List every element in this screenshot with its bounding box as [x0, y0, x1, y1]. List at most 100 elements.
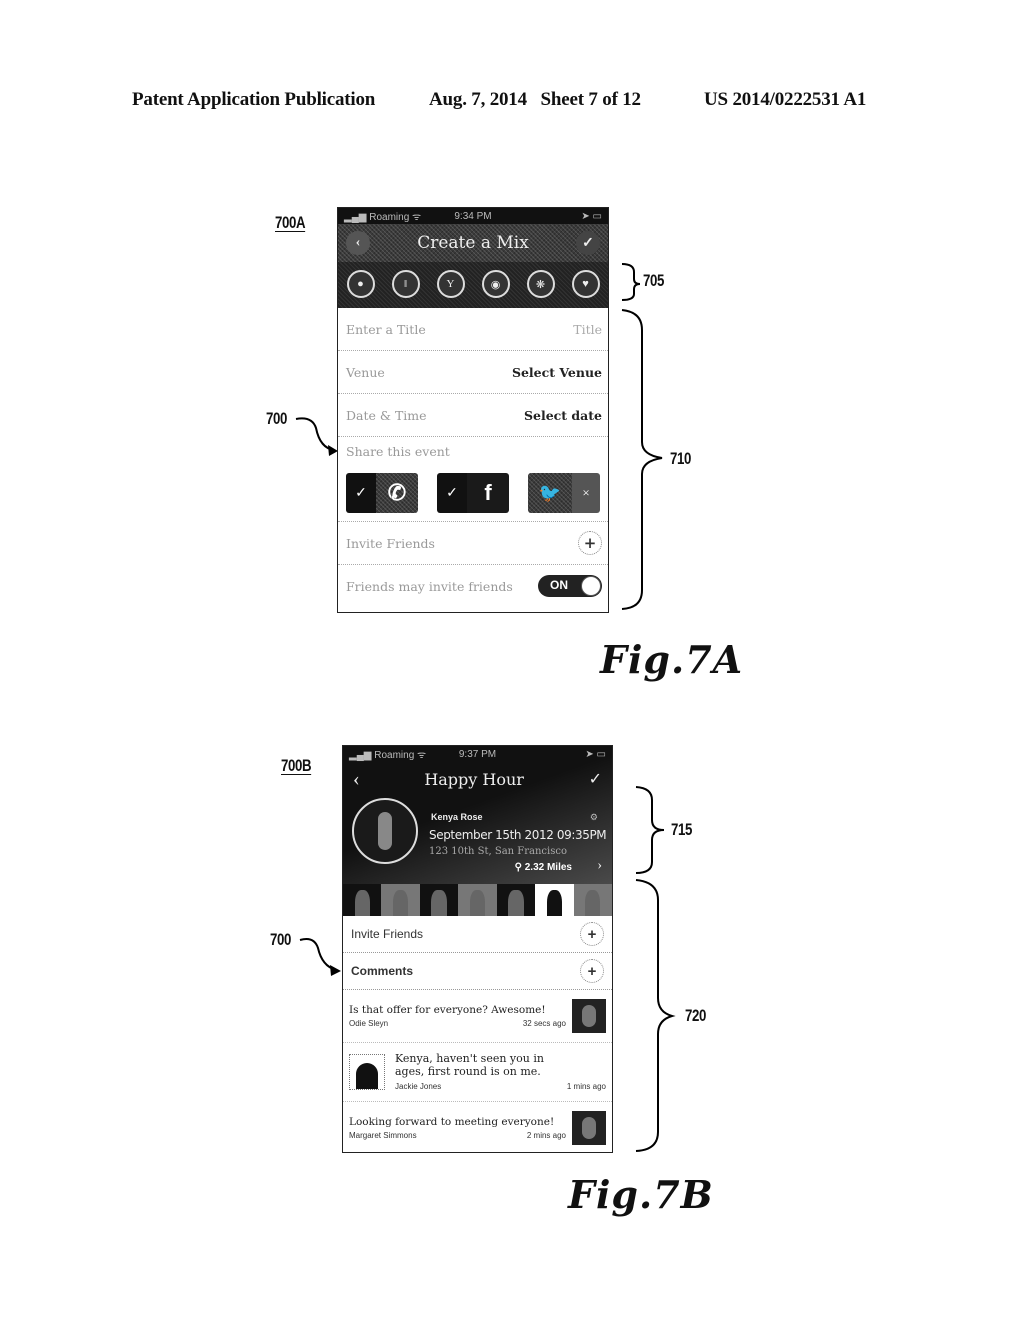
- comment-avatar[interactable]: [572, 999, 606, 1033]
- settings-icon[interactable]: ⚙: [590, 812, 598, 823]
- screen-title: Happy Hour: [424, 769, 524, 789]
- person-silhouette-icon: [378, 812, 392, 850]
- date-sheet: Aug. 7, 2014 Sheet 7 of 12: [429, 89, 641, 110]
- host-name: Kenya Rose: [431, 812, 483, 822]
- category-ball-icon[interactable]: ◉: [481, 270, 510, 298]
- comment-time: 32 secs ago: [522, 1019, 566, 1029]
- friends-invite-row: Friends may invite friends ON: [338, 565, 608, 607]
- arrowhead-700-b: [330, 965, 341, 976]
- invite-friends-row[interactable]: Invite Friends +: [343, 916, 612, 953]
- category-pattern-icon[interactable]: ❋: [526, 270, 555, 298]
- event-address: 123 10th St, San Francisco: [429, 846, 567, 857]
- figure-caption-7b: Fig.7B: [568, 1172, 714, 1217]
- comment-author: Odie Sleyn: [349, 1019, 389, 1029]
- chevron-left-icon: ‹: [355, 235, 361, 250]
- checkmark-icon: ✓: [437, 473, 467, 513]
- category-bar: ● ‖ Y ◉ ❋ ♥: [338, 262, 608, 308]
- share-twitter-toggle[interactable]: 🐦 ×: [528, 473, 600, 513]
- ref-700b: 700B: [281, 756, 312, 775]
- select-venue-button[interactable]: Select Venue: [512, 365, 602, 380]
- comment-avatar[interactable]: [349, 1054, 385, 1090]
- venue-row[interactable]: Venue Select Venue: [338, 351, 608, 394]
- plus-icon[interactable]: +: [578, 531, 602, 555]
- comments-label: Comments: [351, 964, 414, 978]
- toggle-knob: [581, 576, 601, 596]
- attendee-photo[interactable]: [381, 884, 420, 916]
- share-event-label: Share this event: [346, 443, 450, 459]
- happy-hour-screen: ▂▄▆ Roaming ᯤ 9:37 PM ➤ ▭ ‹ Happy Hour ✓…: [342, 745, 613, 1153]
- title-input[interactable]: Title: [573, 322, 602, 337]
- select-date-button[interactable]: Select date: [524, 408, 602, 423]
- attendee-photo[interactable]: [496, 884, 536, 916]
- category-heart-icon[interactable]: ♥: [571, 270, 600, 298]
- status-bar: ▂▄▆ Roaming ᯤ 9:34 PM ➤ ▭: [338, 208, 608, 224]
- plus-icon[interactable]: +: [580, 922, 604, 946]
- ref-720: 720: [685, 1006, 706, 1025]
- status-time: 9:37 PM: [458, 748, 497, 760]
- confirm-button[interactable]: ✓: [575, 231, 600, 255]
- event-distance: ⚲ 2.32 Miles: [514, 862, 572, 873]
- chevron-right-icon[interactable]: ›: [597, 858, 602, 874]
- comment-item: Kenya, haven't seen you in ages, first r…: [343, 1043, 612, 1102]
- invite-friends-label: Invite Friends: [351, 927, 424, 941]
- title-field-label: Enter a Title: [346, 321, 426, 337]
- venue-label: Venue: [346, 364, 385, 380]
- share-buttons: ✓ ✆ ✓ f 🐦 ×: [338, 465, 608, 522]
- plus-icon[interactable]: +: [580, 959, 604, 983]
- facebook-icon: f: [467, 473, 509, 513]
- category-cocktail-icon[interactable]: Y: [436, 270, 465, 298]
- comment-avatar[interactable]: [572, 1111, 606, 1145]
- share-custom-icon: ✆: [376, 473, 418, 513]
- attendee-photo[interactable]: [419, 884, 459, 916]
- attendee-photo[interactable]: [458, 884, 497, 916]
- close-icon: ×: [572, 473, 600, 513]
- category-round-icon[interactable]: ●: [346, 270, 375, 298]
- ref-700-a: 700: [266, 409, 287, 428]
- attendee-photo[interactable]: [573, 884, 612, 916]
- location-pin-icon: ⚲: [514, 862, 522, 873]
- back-button[interactable]: ‹: [346, 231, 370, 255]
- battery-icon: ➤ ▭: [585, 748, 606, 760]
- patent-number: US 2014/0222531 A1: [704, 89, 867, 110]
- brace-715: [635, 786, 665, 874]
- comments-row[interactable]: Comments +: [343, 953, 612, 990]
- status-time: 9:34 PM: [454, 210, 492, 222]
- comment-author: Margaret Simmons: [349, 1131, 417, 1141]
- invite-friends-row[interactable]: Invite Friends +: [338, 522, 608, 565]
- nav-bar: ‹ Create a Mix ✓: [338, 224, 608, 262]
- toggle-on-label: ON: [550, 578, 568, 592]
- host-avatar[interactable]: [352, 798, 418, 864]
- brace-705: [621, 263, 641, 301]
- comment-author: Jackie Jones: [395, 1081, 442, 1091]
- ref-700a: 700A: [275, 213, 306, 232]
- checkmark-icon: ✓: [582, 235, 594, 251]
- comment-time: 2 mins ago: [526, 1131, 566, 1141]
- attendee-photo[interactable]: [343, 884, 382, 916]
- ref-700-b: 700: [270, 930, 291, 949]
- ref-710: 710: [670, 449, 691, 468]
- back-button[interactable]: ‹: [353, 768, 360, 791]
- comment-text: Looking forward to meeting everyone!: [349, 1115, 555, 1128]
- comment-text: Is that offer for everyone? Awesome!: [349, 1003, 546, 1016]
- comment-text: Kenya, haven't seen you in ages, first r…: [395, 1052, 544, 1078]
- arrow-700-b: [299, 938, 337, 971]
- battery-icon: ➤ ▭: [581, 210, 602, 222]
- arrow-700-a: [295, 417, 335, 451]
- share-custom-toggle[interactable]: ✓ ✆: [346, 473, 418, 513]
- carrier-label: ▂▄▆ Roaming ᯤ: [344, 212, 422, 223]
- ref-705: 705: [643, 271, 664, 290]
- comment-item: Is that offer for everyone? Awesome! Odi…: [343, 990, 612, 1043]
- confirm-button[interactable]: ✓: [589, 769, 602, 789]
- brace-710: [621, 309, 663, 610]
- create-mix-screen: ▂▄▆ Roaming ᯤ 9:34 PM ➤ ▭ ‹ Create a Mix…: [337, 207, 609, 613]
- twitter-icon: 🐦: [528, 473, 572, 513]
- comment-item: Looking forward to meeting everyone! Mar…: [343, 1102, 612, 1152]
- friends-invite-toggle[interactable]: ON: [538, 575, 602, 597]
- share-facebook-toggle[interactable]: ✓ f: [437, 473, 509, 513]
- category-fork-knife-icon[interactable]: ‖: [391, 270, 420, 298]
- title-field-row[interactable]: Enter a Title Title: [338, 308, 608, 351]
- attendee-photo[interactable]: [535, 884, 574, 916]
- date-time-row[interactable]: Date & Time Select date: [338, 394, 608, 437]
- date-time-label: Date & Time: [346, 407, 427, 423]
- nav-bar: ‹ Happy Hour ✓: [343, 762, 612, 796]
